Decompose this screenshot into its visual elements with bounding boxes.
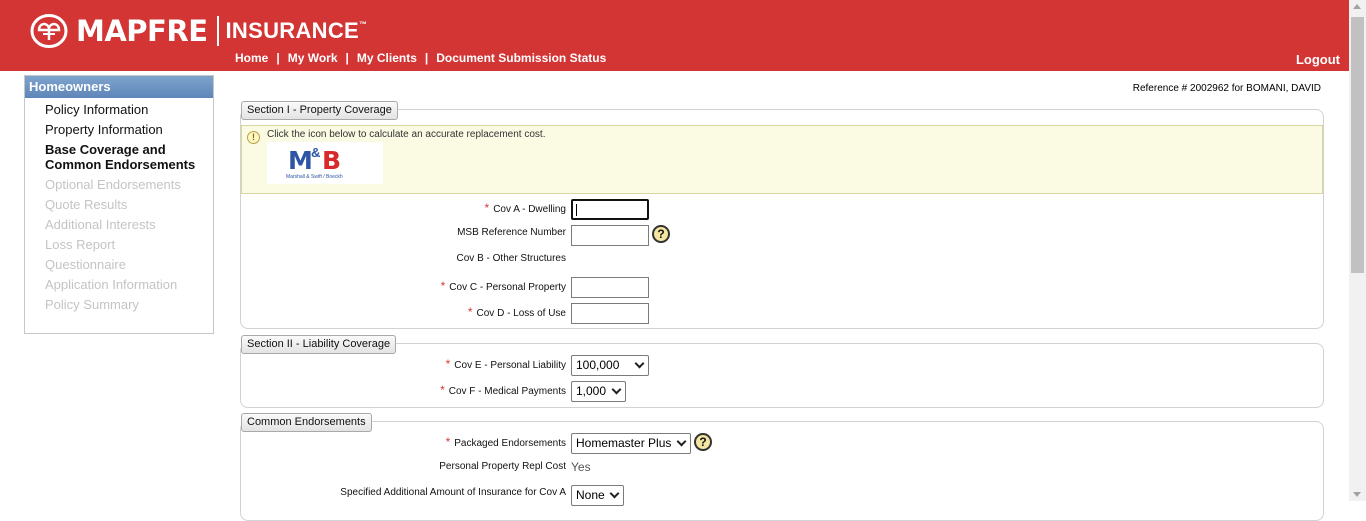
- nav-separator: |: [345, 51, 349, 65]
- sidebar-item-questionnaire: Questionnaire: [45, 257, 126, 272]
- packaged-endorsements-select[interactable]: Homemaster Plus: [571, 433, 691, 454]
- msb-reference-label: MSB Reference Number: [457, 227, 566, 238]
- repl-cost-value: Yes: [571, 460, 591, 474]
- sidebar-item-optional-endorsements: Optional Endorsements: [45, 177, 181, 192]
- mapfre-logo[interactable]: MAPFRE INSURANCE™: [30, 14, 367, 48]
- brand-product: INSURANCE™: [225, 18, 368, 43]
- sidebar-item-policy-information[interactable]: Policy Information: [45, 102, 213, 117]
- sidebar-item-additional-interests: Additional Interests: [45, 217, 156, 232]
- nav-separator: |: [276, 51, 280, 65]
- cov-a-label: * Cov A - Dwelling: [484, 201, 566, 215]
- specified-amount-label: Specified Additional Amount of Insurance…: [340, 487, 566, 498]
- page-scrollbar[interactable]: [1349, 0, 1366, 501]
- msb-logo-b: B: [322, 146, 342, 175]
- replacement-cost-notice: ! Click the icon below to calculate an a…: [241, 125, 1323, 194]
- section-liability-coverage-legend: Section II - Liability Coverage: [241, 335, 397, 354]
- chevron-down-icon: [676, 436, 687, 447]
- cov-f-medical-payments-select[interactable]: 1,000: [571, 381, 626, 402]
- nav-document-submission-status[interactable]: Document Submission Status: [436, 51, 606, 65]
- sidebar-title: Homeowners: [25, 76, 213, 98]
- scroll-thumb[interactable]: [1351, 17, 1364, 273]
- section-common-endorsements-legend: Common Endorsements: [241, 413, 372, 432]
- sidebar-item-loss-report: Loss Report: [45, 237, 116, 252]
- logout-link[interactable]: Logout: [1296, 52, 1340, 67]
- sidebar-item-base-coverage[interactable]: Base Coverage and Common Endorsements: [45, 142, 213, 172]
- cov-d-loss-of-use-input[interactable]: [571, 303, 649, 324]
- msb-calculator-button[interactable]: M & B Marshall & Swift / Boeckh: [267, 142, 383, 184]
- cov-c-personal-property-input[interactable]: [571, 277, 649, 298]
- chevron-down-icon: [609, 488, 620, 499]
- logo-divider: [216, 16, 219, 46]
- notice-text: Click the icon below to calculate an acc…: [267, 129, 546, 140]
- info-icon: !: [247, 131, 260, 144]
- section-liability-coverage: [240, 343, 1324, 408]
- help-icon[interactable]: ?: [652, 225, 670, 243]
- help-icon[interactable]: ?: [694, 433, 712, 451]
- text-caret: [576, 204, 577, 216]
- msb-logo-caption: Marshall & Swift / Boeckh: [286, 174, 343, 180]
- scroll-up-icon[interactable]: [1353, 4, 1361, 9]
- msb-logo-amp: &: [311, 145, 321, 160]
- cov-e-personal-liability-select[interactable]: 100,000: [571, 355, 649, 376]
- section-common-endorsements: [240, 421, 1324, 521]
- reference-number: Reference # 2002962 for BOMANI, DAVID: [1132, 83, 1321, 94]
- sidebar: Homeowners Policy Information Property I…: [24, 75, 214, 334]
- section-property-coverage-legend: Section I - Property Coverage: [241, 101, 398, 120]
- sidebar-item-policy-summary: Policy Summary: [45, 297, 139, 312]
- msb-logo-m: M: [288, 146, 313, 175]
- sidebar-menu: Policy Information Property Information …: [25, 102, 213, 312]
- nav-separator: |: [424, 51, 429, 65]
- chevron-down-icon: [634, 358, 645, 369]
- cov-a-dwelling-input[interactable]: [571, 199, 649, 220]
- nav-home[interactable]: Home: [235, 51, 268, 65]
- cov-b-label: Cov B - Other Structures: [456, 253, 566, 264]
- cov-c-label: * Cov C - Personal Property: [440, 279, 566, 293]
- scroll-down-icon[interactable]: [1353, 492, 1361, 497]
- packaged-endorsements-label: * Packaged Endorsements: [445, 435, 566, 449]
- top-nav: Home | My Work | My Clients | Document Submiss…: [235, 51, 606, 65]
- sidebar-item-property-information[interactable]: Property Information: [45, 122, 213, 137]
- app-header: MAPFRE INSURANCE™ Home | My Work | My Client…: [0, 0, 1349, 71]
- msb-reference-input[interactable]: [571, 225, 649, 246]
- repl-cost-label: Personal Property Repl Cost: [439, 461, 566, 472]
- sidebar-item-application-information: Application Information: [45, 277, 178, 292]
- mapfre-logo-icon: [30, 14, 68, 48]
- specified-amount-select[interactable]: None: [571, 485, 624, 506]
- cov-e-label: * Cov E - Personal Liability: [445, 357, 566, 371]
- brand-name: MAPFRE: [76, 14, 208, 48]
- sidebar-item-quote-results: Quote Results: [45, 197, 128, 212]
- chevron-down-icon: [611, 384, 622, 395]
- cov-f-label: * Cov F - Medical Payments: [440, 383, 566, 397]
- nav-my-clients[interactable]: My Clients: [357, 51, 417, 65]
- nav-my-work[interactable]: My Work: [288, 51, 338, 65]
- cov-d-label: * Cov D - Loss of Use: [467, 305, 566, 319]
